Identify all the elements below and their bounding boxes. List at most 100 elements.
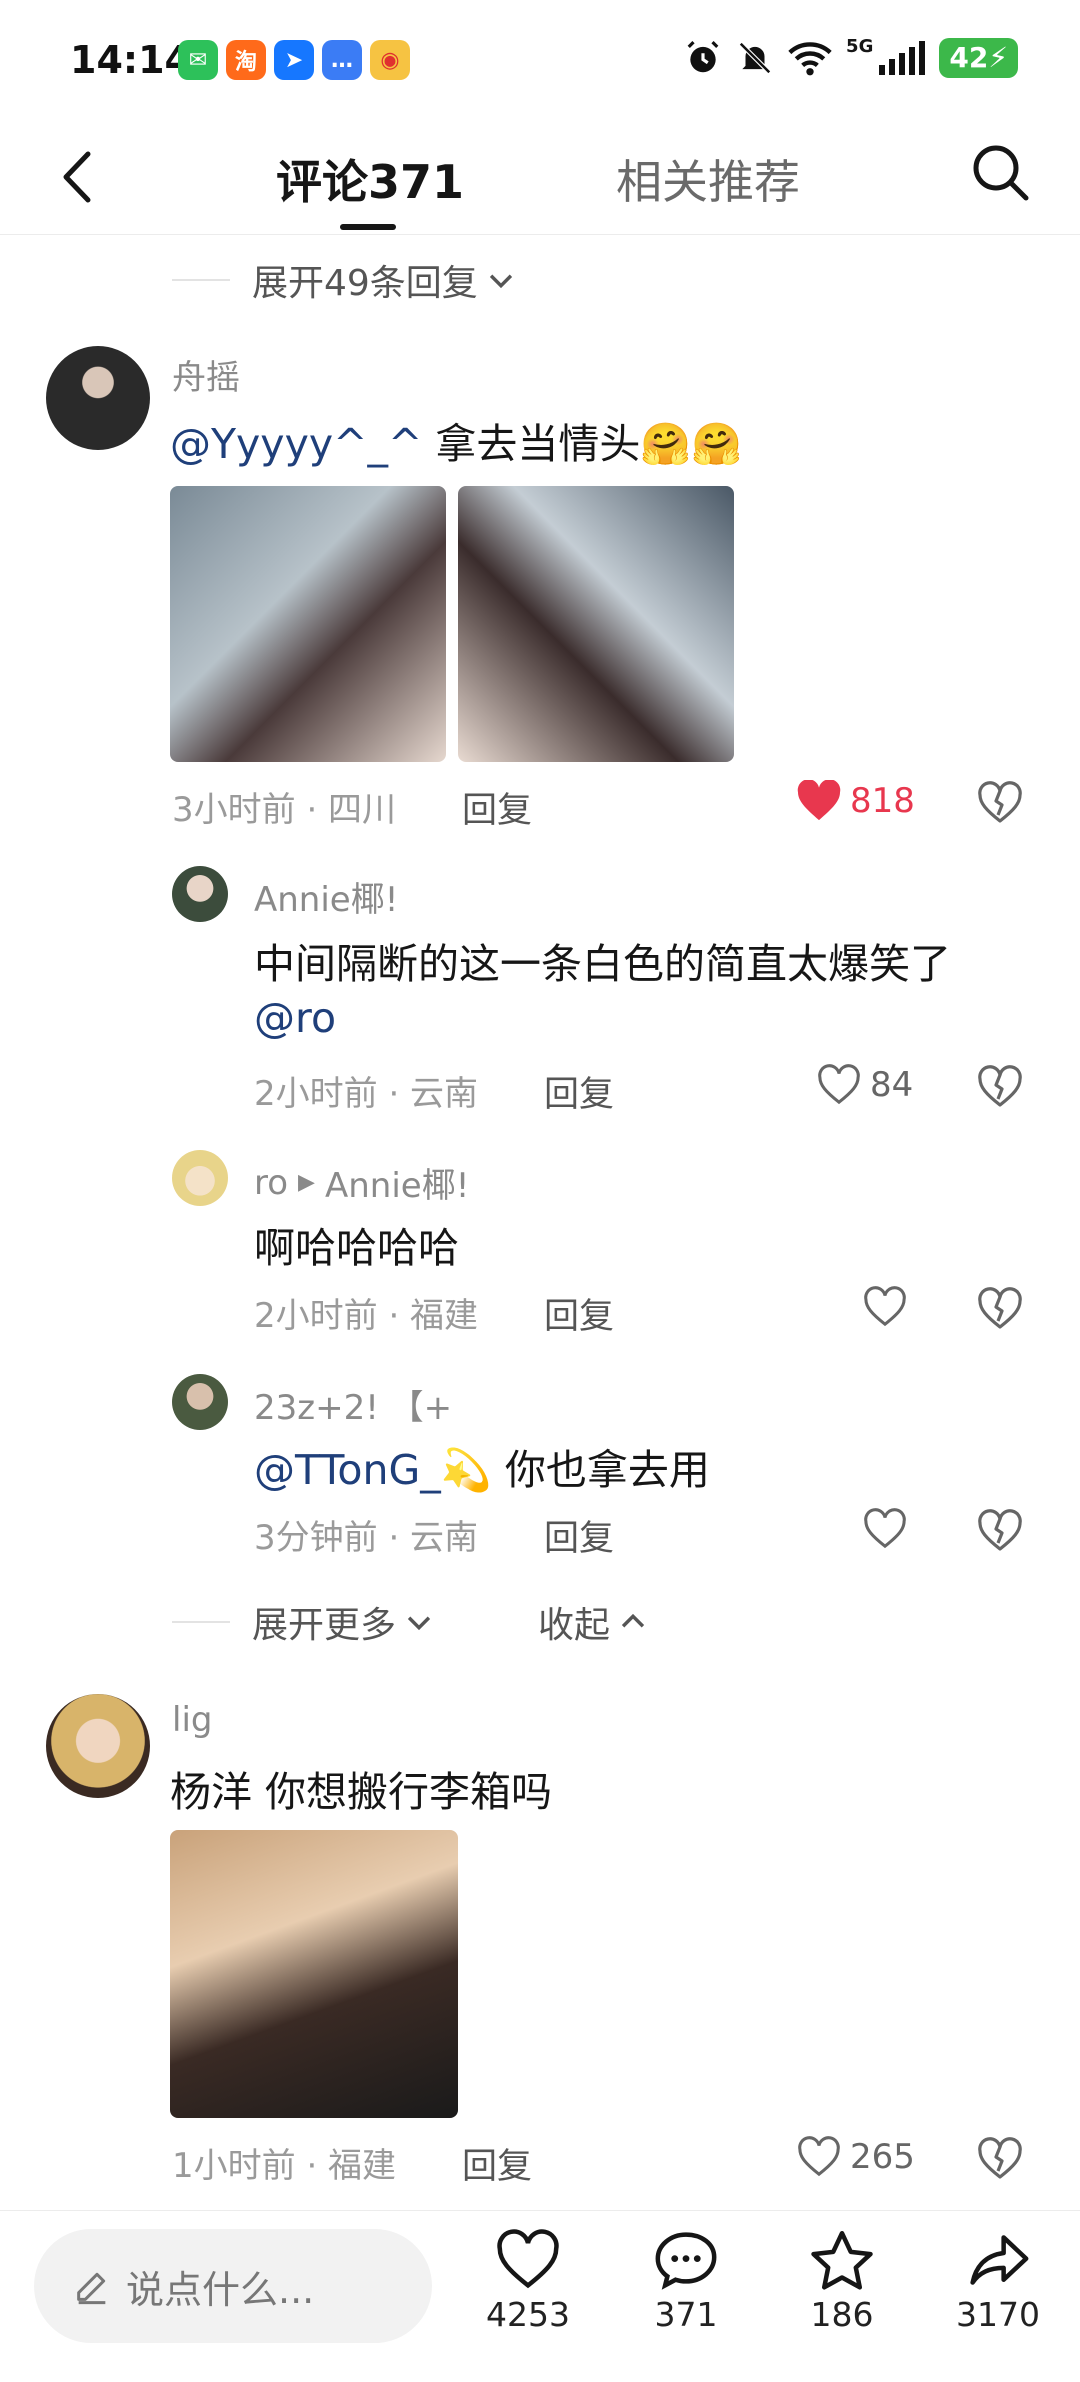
collapse-label: 收起: [538, 1605, 611, 1646]
message-icon: …: [322, 40, 362, 80]
back-icon[interactable]: [48, 142, 108, 212]
dislike-icon[interactable]: [976, 780, 1024, 826]
comment-text: @Yyyyy^_^ 拿去当情头🤗🤗: [170, 410, 742, 470]
like-count: 84: [870, 1065, 914, 1105]
reply-text: @TTonG_💫 你也拿去用: [254, 1436, 710, 1496]
comment-meta: 3小时前 · 四川: [172, 790, 397, 830]
alarm-icon: [687, 41, 719, 73]
avatar[interactable]: [46, 1694, 150, 1798]
notification-icons: ✉ 淘 ➤ … ◉: [178, 40, 410, 80]
divider: [172, 279, 230, 281]
heart-filled-icon: [797, 780, 841, 821]
taobao-icon: 淘: [226, 40, 266, 80]
battery-icon: 42⚡: [939, 38, 1018, 78]
status-bar: 14:14 ✉ 淘 ➤ … ◉ 5G 42⚡: [0, 0, 1080, 120]
reply-text: 啊哈哈哈哈: [254, 1224, 459, 1272]
reply-text: 中间隔断的这一条白色的简直太爆笑了: [254, 940, 951, 988]
signal-icon: [879, 41, 926, 75]
nav-bar: 评论371 相关推荐: [0, 120, 1080, 235]
reply-arrow-icon: ▶: [298, 1170, 315, 1195]
dislike-icon[interactable]: [976, 2136, 1024, 2182]
expand-replies-button[interactable]: 展开49条回复: [172, 254, 518, 306]
avatar[interactable]: [172, 866, 228, 922]
mention-link[interactable]: @TTonG_💫: [254, 1446, 492, 1494]
comment-username[interactable]: 舟摇: [172, 350, 240, 399]
favorite-button[interactable]: 186: [782, 2229, 902, 2334]
avatar[interactable]: [172, 1150, 228, 1206]
comment-image[interactable]: [170, 1830, 458, 2118]
reply-button[interactable]: 回复: [544, 1510, 614, 1561]
comment-input[interactable]: 说点什么...: [34, 2229, 432, 2343]
reply-body: 你也拿去用: [491, 1446, 710, 1494]
divider: [172, 1621, 230, 1623]
reply-button[interactable]: 回复: [544, 1066, 614, 1117]
tab-related[interactable]: 相关推荐: [616, 146, 800, 212]
post-comment-count: 371: [654, 2295, 718, 2334]
like-post-button[interactable]: 4253: [468, 2229, 588, 2334]
reply-button[interactable]: 回复: [544, 1288, 614, 1339]
heart-icon[interactable]: [862, 1286, 908, 1328]
dislike-icon[interactable]: [976, 1286, 1024, 1332]
comment-text: 杨洋 你想搬行李箱吗: [170, 1768, 553, 1816]
weibo-icon: ◉: [370, 40, 410, 80]
wechat-icon: ✉: [178, 40, 218, 80]
expand-replies-label: 展开49条回复: [252, 263, 478, 304]
share-arrow-icon: [970, 2235, 1029, 2285]
post-like-count: 4253: [486, 2295, 570, 2334]
post-share-count: 3170: [956, 2295, 1040, 2334]
share-button[interactable]: 3170: [938, 2229, 1058, 2334]
comments-button[interactable]: 371: [626, 2229, 746, 2334]
reply-meta: 3分钟前 · 云南: [254, 1518, 479, 1558]
comment-meta: 1小时前 · 福建: [172, 2146, 397, 2186]
comment-input-placeholder: 说点什么...: [126, 2267, 315, 2312]
comment-body: 拿去当情头🤗🤗: [422, 420, 743, 468]
navigation-icon: ➤: [274, 40, 314, 80]
heart-icon: [497, 2229, 559, 2289]
expand-more-button[interactable]: 展开更多: [172, 1596, 436, 1648]
active-tab-indicator: [340, 224, 396, 230]
chevron-down-icon: [489, 274, 512, 289]
like-button[interactable]: 818: [796, 780, 915, 822]
system-status: 5G 42⚡: [684, 38, 1018, 78]
mute-bell-icon: [739, 42, 771, 74]
avatar[interactable]: [172, 1374, 228, 1430]
dislike-icon[interactable]: [976, 1064, 1024, 1110]
post-favorite-count: 186: [810, 2295, 874, 2334]
expand-more-label: 展开更多: [252, 1605, 397, 1646]
reply-meta: 2小时前 · 福建: [254, 1296, 479, 1336]
battery-level: 42: [949, 41, 989, 74]
reply-meta: 2小时前 · 云南: [254, 1074, 479, 1114]
mention-link[interactable]: @ro: [254, 994, 336, 1042]
avatar[interactable]: [46, 346, 150, 450]
like-count: 818: [850, 781, 915, 821]
like-button[interactable]: 84: [816, 1064, 913, 1106]
comment-image[interactable]: [170, 486, 446, 762]
star-icon: [811, 2230, 873, 2290]
reply-username-row: ro ▶ Annie椰!: [254, 1158, 469, 1207]
mention-link[interactable]: @Yyyyy^_^: [170, 420, 422, 468]
heart-icon[interactable]: [862, 1508, 908, 1550]
collapse-button[interactable]: 收起: [538, 1596, 650, 1648]
chevron-down-icon: [407, 1616, 431, 1631]
dislike-icon[interactable]: [976, 1508, 1024, 1554]
reply-username[interactable]: ro: [254, 1163, 288, 1203]
comment-username[interactable]: lig: [172, 1700, 212, 1740]
chevron-up-icon: [621, 1613, 645, 1628]
bottom-action-bar: 说点什么... 4253 371 186 3170: [0, 2210, 1080, 2382]
like-button[interactable]: 265: [796, 2136, 915, 2178]
pencil-icon: [77, 2272, 106, 2305]
search-icon[interactable]: [966, 138, 1036, 208]
reply-username[interactable]: 23z+2! 【+: [254, 1380, 452, 1429]
like-count: 265: [850, 2137, 915, 2177]
heart-icon: [818, 1064, 860, 1105]
reply-target-username[interactable]: Annie椰!: [325, 1158, 469, 1207]
heart-icon: [798, 2136, 840, 2177]
reply-button[interactable]: 回复: [462, 2138, 532, 2189]
status-time: 14:14: [70, 38, 191, 82]
comment-image[interactable]: [458, 486, 734, 762]
reply-button[interactable]: 回复: [462, 782, 532, 833]
wifi-icon: [788, 42, 832, 76]
comment-bubble-icon: [655, 2232, 717, 2290]
reply-username[interactable]: Annie椰!: [254, 872, 398, 921]
tab-comments[interactable]: 评论371: [276, 146, 464, 212]
